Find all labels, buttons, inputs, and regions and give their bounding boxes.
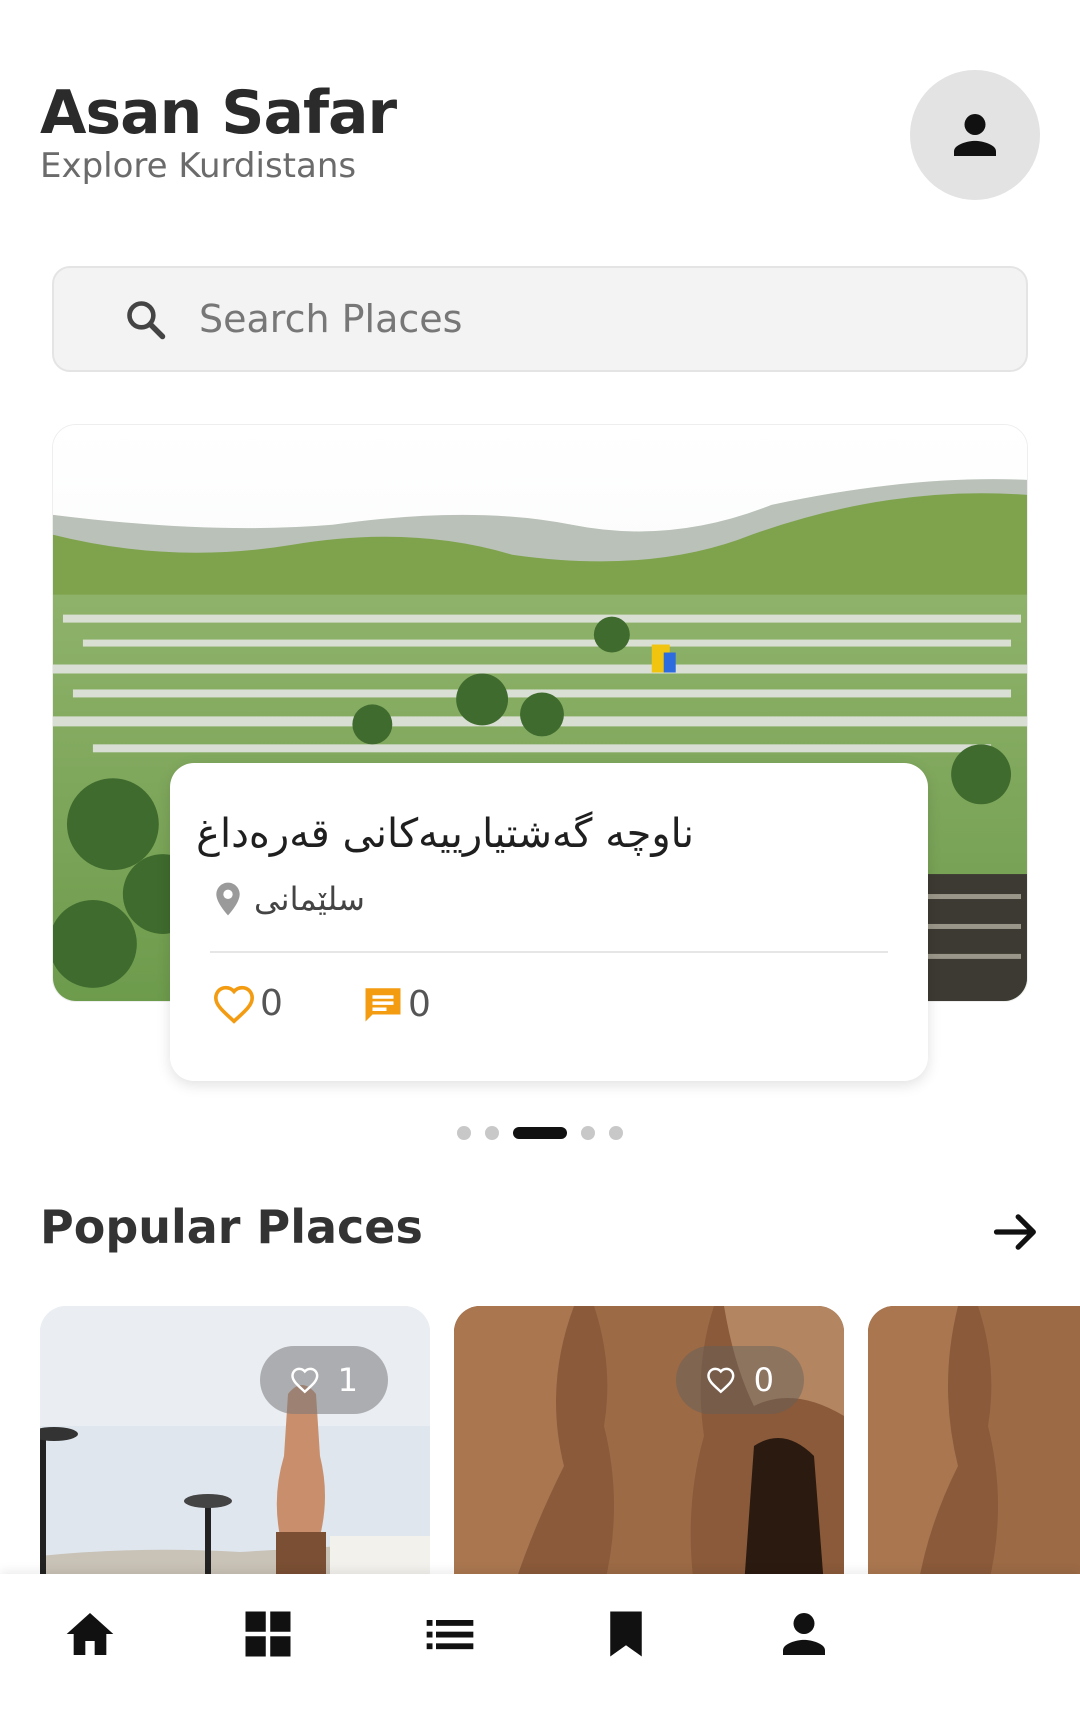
list-icon xyxy=(426,1620,474,1650)
heart-outline-icon xyxy=(291,1367,319,1394)
bookmark-icon xyxy=(610,1611,642,1657)
heart-outline-icon xyxy=(213,985,255,1024)
featured-location-row: سلێمانی xyxy=(214,875,365,923)
carousel-dot[interactable] xyxy=(609,1126,623,1140)
popular-card[interactable]: 0 xyxy=(454,1306,844,1586)
carousel-dot[interactable] xyxy=(581,1126,595,1140)
place-like-count: 0 xyxy=(753,1361,774,1399)
popular-card[interactable]: 1 xyxy=(40,1306,430,1586)
search-icon xyxy=(127,301,166,340)
location-pin-icon xyxy=(216,882,240,916)
search-input[interactable] xyxy=(199,268,979,370)
place-like-badge[interactable]: 0 xyxy=(676,1346,804,1414)
featured-likes-count: 0 xyxy=(260,983,283,1024)
search-bar[interactable] xyxy=(52,266,1028,372)
carousel-dot-active[interactable] xyxy=(513,1127,567,1139)
featured-comments[interactable]: 0 xyxy=(362,983,431,1025)
profile-button[interactable] xyxy=(910,70,1040,200)
carousel-dot[interactable] xyxy=(457,1126,471,1140)
popular-card[interactable] xyxy=(868,1306,1080,1586)
info-divider xyxy=(210,951,888,953)
app-title: Asan Safar xyxy=(40,78,397,148)
place-image xyxy=(868,1306,1080,1586)
nav-bookmarks[interactable] xyxy=(596,1604,656,1664)
nav-profile[interactable] xyxy=(774,1604,834,1664)
bottom-nav xyxy=(0,1574,1080,1718)
carousel-dots xyxy=(0,1126,1080,1140)
grid-icon xyxy=(245,1611,291,1657)
featured-likes[interactable]: 0 xyxy=(212,983,283,1024)
place-image xyxy=(454,1306,844,1586)
place-image xyxy=(40,1306,430,1586)
person-icon xyxy=(954,114,996,156)
arrow-right-icon[interactable] xyxy=(990,1206,1042,1258)
carousel-dot[interactable] xyxy=(485,1126,499,1140)
featured-info-card[interactable]: ناوچە گەشتیارییەکانی قەرەداغ سلێمانی 0 0 xyxy=(170,763,928,1081)
person-icon xyxy=(783,1613,825,1655)
place-like-badge[interactable]: 1 xyxy=(260,1346,388,1414)
comment-icon xyxy=(365,988,401,1022)
home-icon xyxy=(66,1613,114,1655)
nav-home[interactable] xyxy=(60,1604,120,1664)
app-subtitle: Explore Kurdistans xyxy=(40,146,357,186)
featured-title: ناوچە گەشتیارییەکانی قەرەداغ xyxy=(196,811,694,857)
featured-location: سلێمانی xyxy=(254,880,365,918)
section-title: Popular Places xyxy=(40,1200,423,1254)
featured-comments-count: 0 xyxy=(408,983,431,1025)
nav-list[interactable] xyxy=(420,1604,480,1664)
heart-outline-icon xyxy=(707,1367,735,1394)
place-like-count: 1 xyxy=(337,1361,358,1399)
nav-categories[interactable] xyxy=(238,1604,298,1664)
